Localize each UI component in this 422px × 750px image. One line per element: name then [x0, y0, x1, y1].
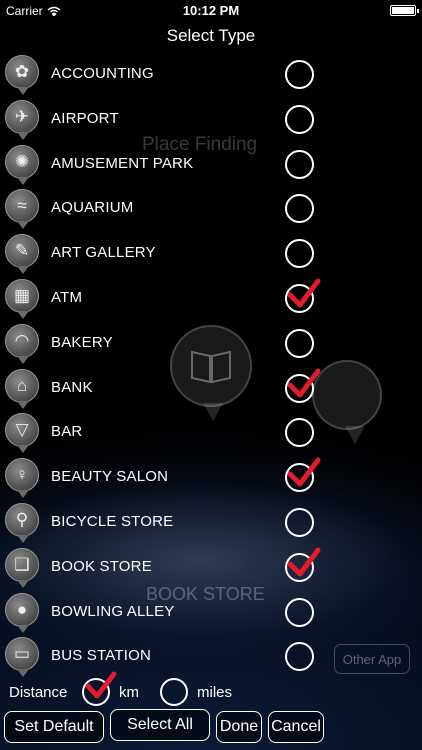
done-button[interactable]: Done — [216, 711, 262, 743]
select-all-button[interactable]: Select All — [110, 709, 210, 741]
checkmark-icon — [287, 547, 321, 577]
checkmark-icon — [287, 278, 321, 308]
airplane-icon: ✈ — [5, 99, 39, 140]
ferris-wheel-icon: ✺ — [5, 144, 39, 185]
select-checkbox[interactable] — [285, 60, 314, 89]
list-item[interactable]: ▦ ATM — [0, 275, 422, 320]
select-checkbox[interactable] — [285, 104, 314, 134]
list-item-label: AQUARIUM — [51, 199, 134, 217]
select-checkbox[interactable] — [285, 642, 314, 672]
list-item[interactable]: ⚲ BICYCLE STORE — [0, 499, 422, 544]
atm-icon: ▦ — [5, 278, 39, 319]
list-item-label: BAR — [51, 423, 83, 441]
list-item-label: BOOK STORE — [51, 557, 152, 575]
bread-icon: ◠ — [5, 323, 39, 364]
checkmark-icon — [287, 457, 321, 487]
list-item[interactable]: ❑ BOOK STORE — [0, 544, 422, 589]
bus-icon: ▭ — [5, 637, 39, 678]
list-item-label: ACCOUNTING — [51, 65, 154, 82]
list-item-label: BEAUTY SALON — [51, 468, 169, 486]
list-item[interactable]: ⌂ BANK — [0, 365, 422, 410]
list-item-label: ART GALLERY — [51, 244, 156, 262]
list-item-label: BICYCLE STORE — [51, 512, 174, 530]
list-item-label: BUS STATION — [51, 647, 151, 665]
status-bar: Carrier 10:12 PM — [0, 0, 422, 22]
book-icon: ❑ — [5, 547, 39, 588]
list-item[interactable]: ♀ BEAUTY SALON — [0, 454, 422, 499]
list-item-label: ATM — [51, 288, 83, 306]
list-item[interactable]: ✈ AIRPORT — [0, 96, 422, 141]
list-item[interactable]: ✿ ACCOUNTING — [0, 51, 422, 96]
checkmark-icon — [85, 671, 117, 699]
list-item-label: BANK — [51, 378, 93, 396]
set-default-button[interactable]: Set Default — [4, 711, 104, 743]
list-item[interactable]: ▽ BAR — [0, 409, 422, 454]
select-checkbox[interactable] — [285, 194, 314, 224]
list-item[interactable]: ● BOWLING ALLEY — [0, 589, 422, 634]
select-checkbox[interactable] — [285, 149, 314, 179]
bicycle-icon: ⚲ — [5, 502, 39, 543]
type-list[interactable]: ✿ ACCOUNTING ✈ AIRPORT ✺ AMUSEMENT PARK ≈ AQUAR… — [0, 51, 422, 678]
list-item[interactable]: ▭ BUS STATION — [0, 633, 422, 678]
bank-icon: ⌂ — [5, 368, 39, 409]
status-time: 10:12 PM — [182, 3, 240, 18]
cocktail-icon: ▽ — [5, 413, 39, 454]
paintbrush-icon: ✎ — [5, 234, 39, 275]
list-item-label: AMUSEMENT PARK — [51, 154, 194, 172]
list-item-label: BAKERY — [51, 333, 113, 351]
accounting-icon: ✿ — [5, 55, 39, 95]
distance-label: Distance — [9, 684, 68, 701]
bowling-icon: ● — [5, 592, 39, 633]
page-title: Select Type — [166, 26, 256, 45]
select-checkbox[interactable] — [285, 507, 314, 537]
shark-icon: ≈ — [5, 189, 39, 230]
cancel-button[interactable]: Cancel — [268, 711, 324, 743]
checkmark-icon — [287, 368, 321, 398]
list-item-label: AIRPORT — [51, 109, 119, 127]
select-checkbox[interactable] — [285, 328, 314, 358]
select-checkbox[interactable] — [285, 239, 314, 269]
miles-label: miles — [197, 684, 233, 701]
miles-radio[interactable] — [160, 678, 188, 706]
salon-icon: ♀ — [5, 458, 39, 499]
list-item[interactable]: ◠ BAKERY — [0, 320, 422, 365]
list-item[interactable]: ✺ AMUSEMENT PARK — [0, 141, 422, 186]
km-label: km — [119, 684, 139, 701]
battery-icon — [390, 5, 419, 16]
select-checkbox[interactable] — [285, 597, 314, 627]
list-item[interactable]: ✎ ART GALLERY — [0, 230, 422, 275]
list-item[interactable]: ≈ AQUARIUM — [0, 185, 422, 230]
list-item-label: BOWLING ALLEY — [51, 602, 175, 620]
distance-unit-row: Distance km miles — [0, 671, 422, 706]
select-checkbox[interactable] — [285, 418, 314, 448]
